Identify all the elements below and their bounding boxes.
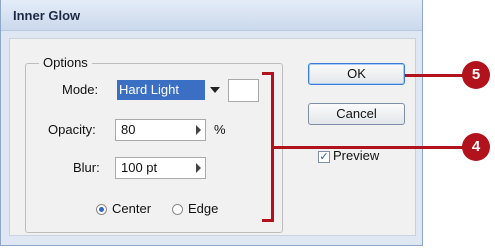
ok-callout-badge: 5 (462, 61, 490, 89)
chevron-right-icon[interactable] (196, 163, 201, 173)
opacity-value: 80 (121, 122, 136, 137)
ok-callout-line (405, 74, 463, 77)
blur-field[interactable]: 100 pt (115, 157, 206, 179)
opacity-field[interactable]: 80 (115, 119, 206, 141)
mode-label: Mode: (62, 82, 99, 97)
dialog-titlebar[interactable]: Inner Glow (1, 0, 422, 31)
options-callout-badge: 4 (462, 133, 490, 161)
edge-radio[interactable] (172, 204, 183, 215)
opacity-unit: % (214, 122, 226, 137)
preview-checkbox[interactable]: ✓ (318, 151, 330, 163)
chevron-right-icon[interactable] (196, 125, 201, 135)
options-callout-line (274, 146, 463, 149)
opacity-label: Opacity: (48, 122, 96, 137)
glow-color-swatch[interactable] (228, 79, 259, 102)
center-radio[interactable] (96, 204, 107, 215)
ok-button[interactable]: OK (308, 63, 405, 85)
options-group-label: Options (39, 55, 92, 70)
chevron-down-icon[interactable] (210, 87, 220, 93)
blur-value: 100 pt (121, 160, 158, 175)
blur-label: Blur: (73, 160, 100, 175)
preview-label[interactable]: Preview (333, 148, 379, 163)
options-bracket (262, 72, 274, 222)
edge-radio-label[interactable]: Edge (188, 201, 218, 216)
center-radio-label[interactable]: Center (112, 201, 151, 216)
mode-select[interactable]: Hard Light (117, 80, 205, 100)
cancel-button[interactable]: Cancel (308, 103, 405, 125)
dialog-title: Inner Glow (13, 8, 81, 23)
